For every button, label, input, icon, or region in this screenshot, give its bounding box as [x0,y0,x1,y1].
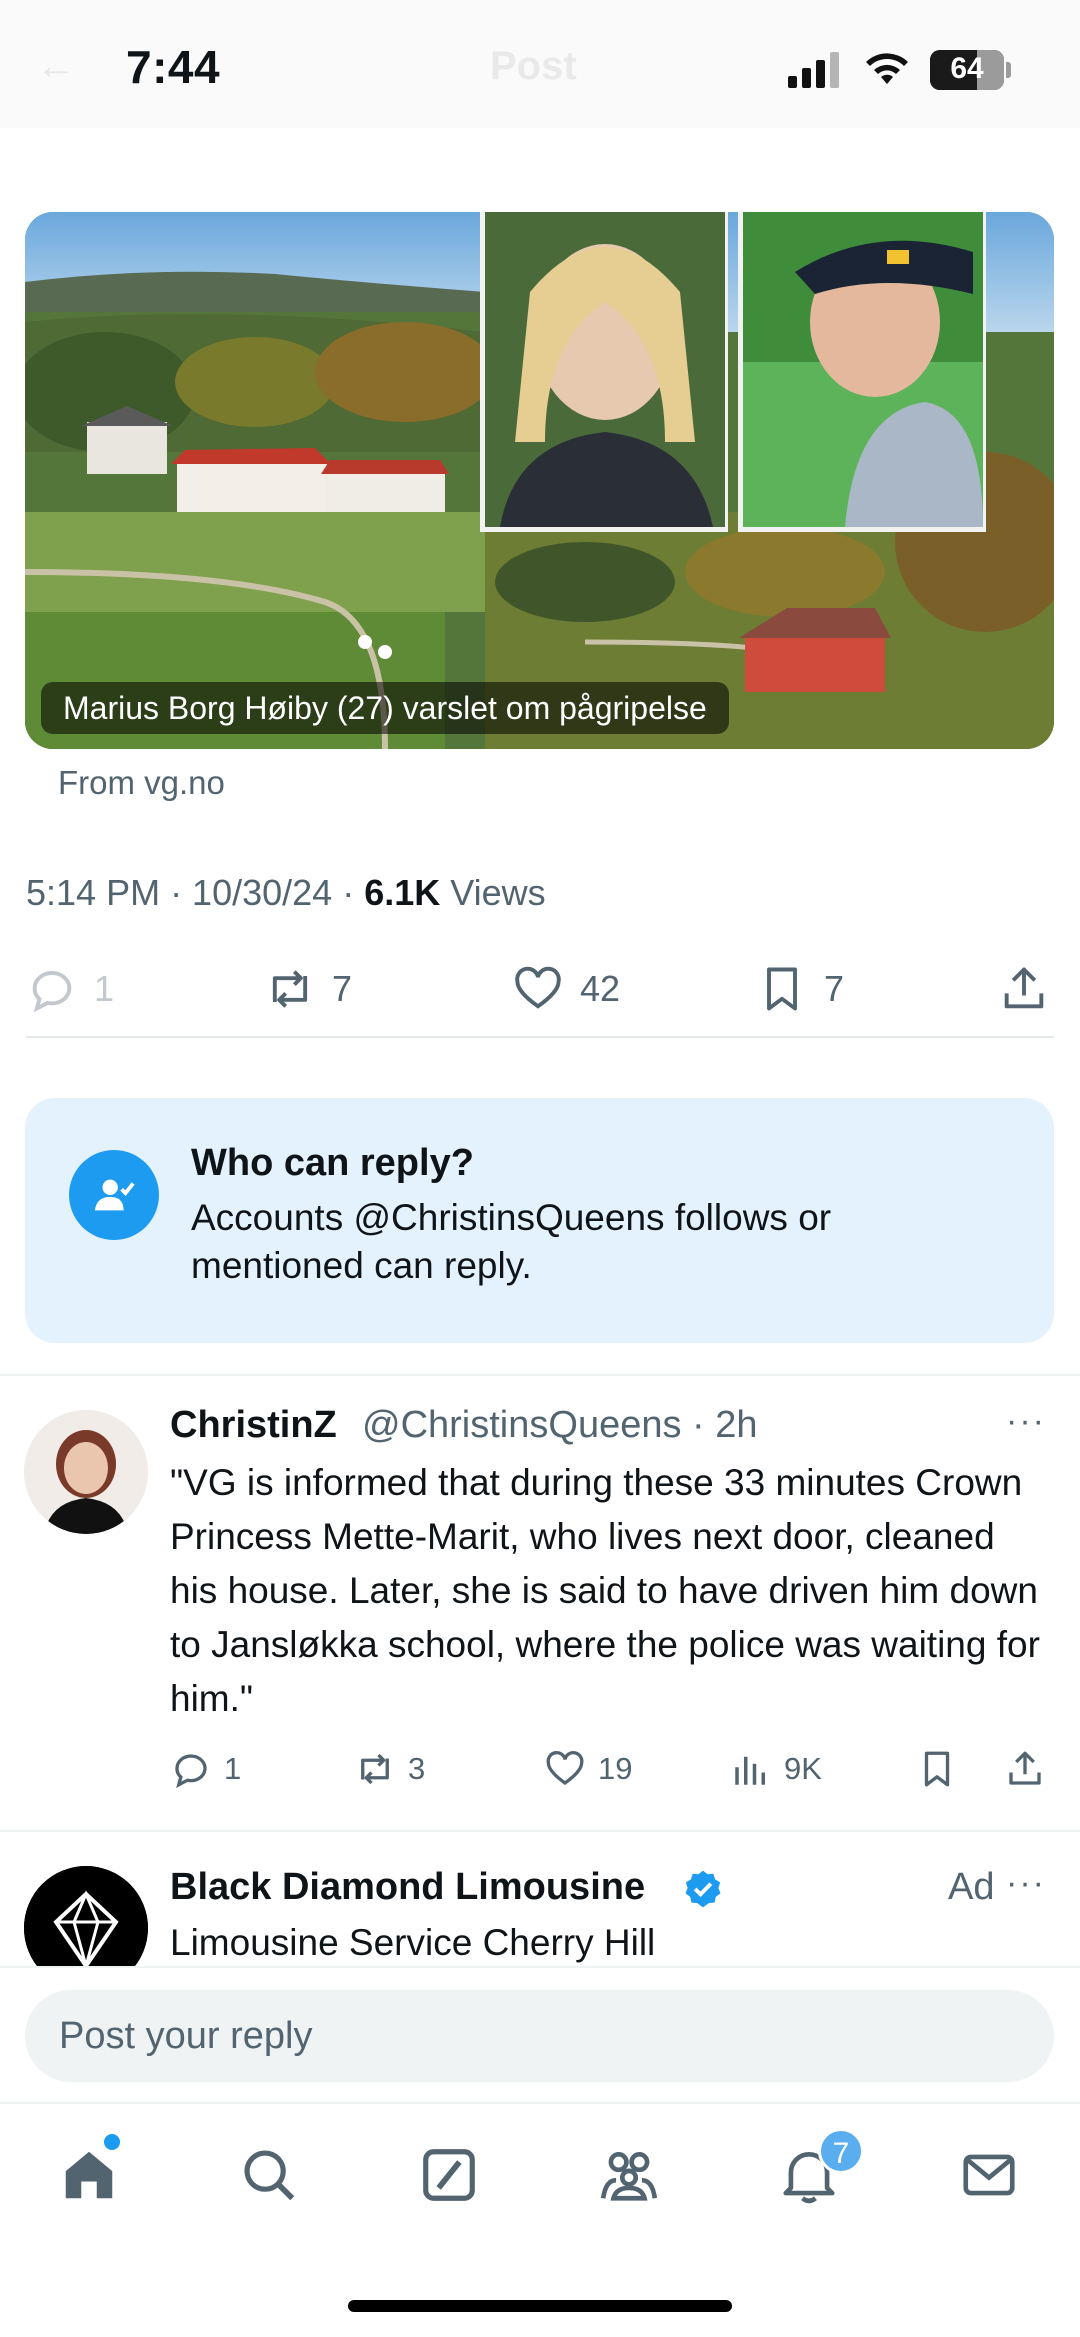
reply-button[interactable]: 1 [170,1744,241,1794]
tweet-actions: 1 3 19 9K [0,1744,1080,1794]
battery-cap [1006,62,1011,78]
notifications-badge: 7 [818,2128,864,2174]
share-button[interactable] [998,954,1066,1024]
bookmark-button[interactable]: 7 [756,954,844,1024]
tab-messages[interactable] [958,2144,1020,2206]
like-button[interactable]: 19 [544,1744,632,1794]
post-meta: 5:14 PM · 10/30/24 · 6.1K Views [26,872,546,914]
author-handle[interactable]: @ChristinsQueens · 2h [362,1404,758,1447]
repost-button[interactable]: 3 [354,1744,425,1794]
repost-icon [361,1753,389,1785]
reply-input[interactable] [25,1990,1054,2082]
views-count: 6.1K [364,872,441,913]
bookmark-count: 7 [824,968,845,1009]
link-source[interactable]: From vg.no [58,764,225,802]
ad-text: Limousine Service Cherry Hill [170,1922,656,1963]
wifi-icon [866,53,908,84]
views-label: Views [440,872,546,913]
tab-grok[interactable] [418,2144,480,2206]
home-unread-dot [104,2134,120,2150]
reply-restriction-icon [69,1150,159,1240]
who-can-reply-body: Accounts @ChristinsQueens follows or men… [191,1197,832,1286]
bookmark-icon [767,967,797,1011]
more-options-icon[interactable]: ··· [1006,1402,1046,1441]
repost-count: 7 [332,968,353,1009]
avatar[interactable] [24,1410,148,1534]
page-title: Post [490,44,577,88]
battery-percent: 64 [950,52,984,85]
reply-count: 1 [224,1751,242,1786]
divider [0,1374,1080,1376]
link-card-caption: Marius Borg Høiby (27) varslet om pågrip… [41,682,729,734]
home-icon [65,2151,113,2199]
share-button[interactable] [1004,1744,1058,1794]
home-indicator [348,2300,732,2312]
ad-label: Ad [948,1866,995,1908]
bookmark-button[interactable] [916,1744,970,1794]
reply-composer [0,1966,1080,2102]
post-actions: 1 7 42 7 [0,954,1080,1024]
views-button[interactable]: 9K [730,1744,822,1794]
tab-communities[interactable] [598,2144,660,2206]
repost-count: 3 [408,1751,426,1786]
like-button[interactable]: 42 [512,954,620,1024]
heart-icon [546,1750,584,1786]
author-name[interactable]: ChristinZ [170,1404,337,1447]
more-options-icon[interactable]: ··· [1006,1864,1046,1903]
communities-icon [600,2152,658,2201]
tweet-text: "VG is informed that during these 33 min… [170,1462,1040,1719]
status-bar: ← Post 7:44 64 [0,0,1080,128]
cellular-signal-icon [788,52,839,88]
views-count: 9K [784,1751,822,1786]
back-arrow-icon[interactable]: ← [36,44,76,89]
article-photo-collage [25,212,1054,749]
repost-button[interactable]: 7 [264,954,352,1024]
like-count: 42 [580,968,621,1009]
messages-icon [963,2154,1015,2196]
bookmark-icon [924,1751,950,1787]
verified-badge-icon [685,1870,721,1908]
tab-search[interactable] [238,2144,300,2206]
battery-icon: 64 [930,50,1004,90]
link-card-image[interactable]: Marius Borg Høiby (27) varslet om pågrip… [25,212,1054,749]
divider [26,1036,1054,1038]
reply-icon [175,1754,207,1788]
views-chart-icon [735,1756,765,1785]
search-icon [244,2150,295,2201]
heart-icon [515,966,561,1009]
grok-icon [423,2149,475,2201]
reply-button[interactable]: 1 [26,954,114,1024]
who-can-reply-title: Who can reply? [191,1142,474,1184]
reply-icon [32,971,72,1013]
share-icon [1009,1751,1041,1785]
who-can-reply-banner: Who can reply? Accounts @ChristinsQueens… [25,1098,1054,1343]
divider [0,1830,1080,1832]
repost-icon [272,970,308,1008]
tab-home[interactable] [58,2144,120,2206]
advertiser-name[interactable]: Black Diamond Limousine [170,1866,645,1909]
reply-count: 1 [94,968,115,1009]
share-icon [1004,967,1044,1009]
status-time: 7:44 [126,41,221,93]
like-count: 19 [598,1751,633,1786]
post-timestamp: 5:14 PM · 10/30/24 · [26,872,365,913]
